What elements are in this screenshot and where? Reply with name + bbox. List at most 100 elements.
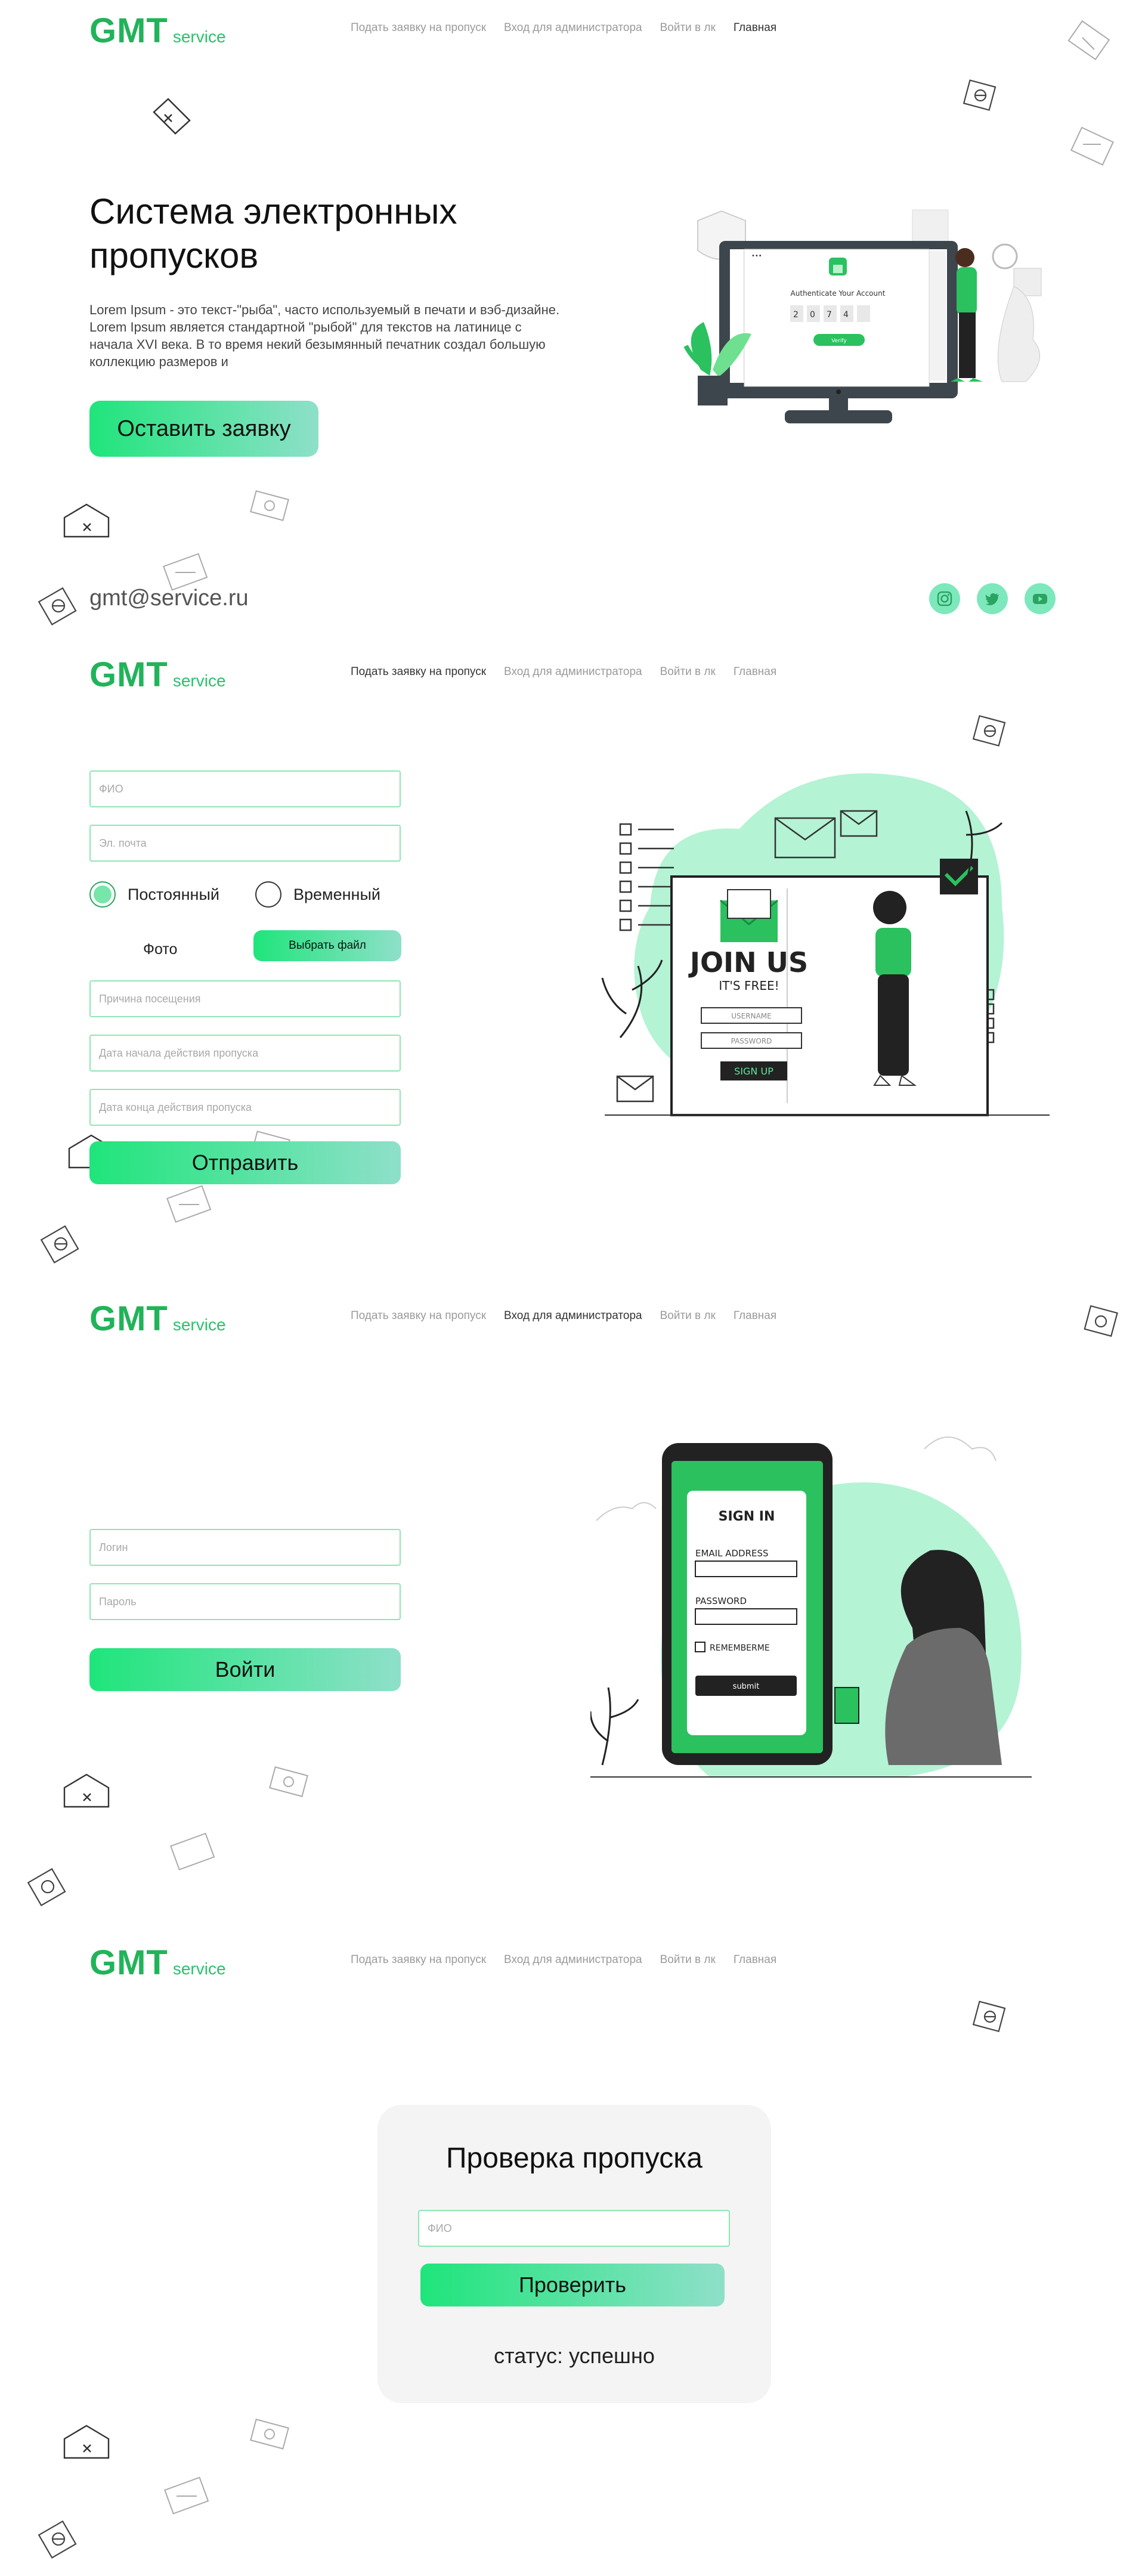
contact-email[interactable]: gmt@service.ru	[89, 586, 249, 611]
svg-text:submit: submit	[733, 1682, 760, 1691]
sign-in-illustration: SIGN IN EMAIL ADDRESS PASSWORD REMEMBERM…	[590, 1436, 1032, 1778]
main-nav: Подать заявку на пропуск Вход для админи…	[351, 21, 776, 35]
passport-doodle-icon	[972, 2001, 1006, 2032]
nav-account-login[interactable]: Войти в лк	[660, 21, 716, 35]
pass-end-date-input[interactable]	[89, 1089, 401, 1126]
join-illustration: JOIN US IT'S FREE! USERNAME PASSWORD SIG…	[601, 773, 1050, 1116]
pass-check-title: Проверка пропуска	[446, 2142, 703, 2174]
passport-doodle-icon	[38, 2520, 77, 2559]
nav-apply-pass[interactable]: Подать заявку на пропуск	[351, 665, 486, 679]
password-input[interactable]	[89, 1583, 401, 1620]
nav-admin-login[interactable]: Вход для администратора	[504, 665, 642, 679]
nav-account-login[interactable]: Войти в лк	[660, 665, 716, 679]
check-fio-input[interactable]	[418, 2210, 730, 2247]
svg-text:SIGN UP: SIGN UP	[734, 1066, 773, 1077]
svg-text:4: 4	[843, 310, 849, 320]
logo-sub: service	[172, 1315, 226, 1334]
svg-text:Authenticate Your Account: Authenticate Your Account	[791, 289, 886, 298]
nav-apply-pass[interactable]: Подать заявку на пропуск	[351, 1309, 486, 1323]
radio-temporary-label: Временный	[293, 885, 380, 903]
cash-doodle-icon	[269, 1766, 308, 1797]
nav-admin-login[interactable]: Вход для администратора	[504, 1309, 642, 1323]
svg-text:PASSWORD: PASSWORD	[695, 1596, 747, 1606]
nav-apply-pass[interactable]: Подать заявку на пропуск	[351, 21, 486, 35]
radio-permanent[interactable]: Постоянный	[89, 881, 219, 908]
visit-reason-input[interactable]	[89, 980, 401, 1017]
nav-home[interactable]: Главная	[734, 665, 776, 679]
nav-account-login[interactable]: Войти в лк	[660, 1953, 716, 1967]
main-nav: Подать заявку на пропуск Вход для админи…	[351, 665, 776, 679]
pass-check-card: Проверка пропуска Проверить статус: успе…	[377, 2105, 771, 2403]
wallet-doodle-icon	[63, 503, 110, 538]
nav-admin-login[interactable]: Вход для администратора	[504, 1953, 642, 1967]
instagram-icon[interactable]	[929, 583, 960, 614]
nav-home[interactable]: Главная	[734, 21, 776, 35]
svg-text:JOIN US: JOIN US	[688, 946, 808, 979]
nav-admin-login[interactable]: Вход для администратора	[504, 21, 642, 35]
radio-permanent-indicator[interactable]	[89, 881, 116, 908]
svg-text:EMAIL ADDRESS: EMAIL ADDRESS	[695, 1548, 769, 1559]
svg-text:0: 0	[810, 310, 815, 320]
photo-label: Фото	[143, 941, 178, 958]
check-button[interactable]: Проверить	[420, 2264, 725, 2306]
logo-main: GMT	[89, 655, 168, 694]
nav-account-login[interactable]: Войти в лк	[660, 1309, 716, 1323]
wallet-doodle-icon	[63, 1773, 110, 1808]
logo-sub: service	[172, 27, 226, 46]
radio-temporary[interactable]: Временный	[255, 881, 380, 908]
logo[interactable]: GMT service	[89, 11, 226, 51]
hero-section: GMT service Подать заявку на пропуск Вхо…	[0, 0, 1145, 644]
passport-doodle-icon	[963, 79, 997, 111]
passport-doodle-icon	[1084, 1305, 1118, 1337]
cash-doodle-icon	[250, 490, 289, 521]
svg-text:IT'S FREE!: IT'S FREE!	[719, 979, 779, 993]
svg-text:•••: •••	[751, 253, 762, 259]
svg-text:Verify: Verify	[831, 338, 847, 344]
send-button[interactable]: Отправить	[89, 1141, 401, 1184]
cash-doodle-icon	[250, 2419, 289, 2450]
passport-doodle-icon	[972, 715, 1006, 747]
passport-doodle-icon	[38, 587, 77, 626]
logo[interactable]: GMT service	[89, 655, 226, 695]
application-section: GMT service Подать заявку на пропуск Вхо…	[0, 644, 1145, 1288]
login-button[interactable]: Войти	[89, 1648, 401, 1691]
choose-file-button[interactable]: Выбрать файл	[253, 930, 401, 961]
svg-text:REMEMBERME: REMEMBERME	[710, 1643, 770, 1653]
logo-main: GMT	[89, 11, 168, 50]
ticket-doodle-icon	[166, 1185, 212, 1223]
pass-start-date-input[interactable]	[89, 1035, 401, 1072]
email-input[interactable]	[89, 825, 401, 862]
leave-request-button[interactable]: Оставить заявку	[89, 401, 318, 457]
youtube-icon[interactable]	[1025, 583, 1056, 614]
nav-apply-pass[interactable]: Подать заявку на пропуск	[351, 1953, 486, 1967]
hero-illustration: ••• Authenticate Your Account 2 0 7 4 Ve…	[683, 209, 1042, 423]
logo[interactable]: GMT service	[89, 1299, 226, 1339]
passport-doodle-icon	[40, 1225, 79, 1264]
radio-temporary-indicator[interactable]	[255, 881, 281, 908]
logo-sub: service	[172, 671, 226, 690]
passport-doodle-icon	[27, 1868, 66, 1906]
main-nav: Подать заявку на пропуск Вход для админи…	[351, 1953, 776, 1967]
radio-permanent-label: Постоянный	[128, 885, 219, 903]
hero-title: Система электронных пропусков	[89, 191, 457, 275]
admin-login-section: GMT service Подать заявку на пропуск Вхо…	[0, 1288, 1145, 1932]
main-nav: Подать заявку на пропуск Вход для админи…	[351, 1309, 776, 1323]
logo-sub: service	[172, 1959, 226, 1978]
ticket-doodle-icon	[170, 1832, 215, 1871]
check-status-text: статус: успешно	[494, 2343, 655, 2368]
svg-text:7: 7	[827, 310, 832, 320]
svg-text:SIGN IN: SIGN IN	[719, 1509, 775, 1524]
wallet-doodle-icon	[63, 2425, 110, 2459]
svg-text:PASSWORD: PASSWORD	[731, 1037, 772, 1045]
nav-home[interactable]: Главная	[734, 1953, 776, 1967]
logo[interactable]: GMT service	[89, 1943, 226, 1983]
ticket-doodle-icon	[1070, 126, 1114, 166]
login-input[interactable]	[89, 1529, 401, 1566]
nav-home[interactable]: Главная	[734, 1309, 776, 1323]
logo-main: GMT	[89, 1299, 168, 1338]
svg-text:2: 2	[793, 310, 799, 320]
ticket-doodle-icon	[164, 2476, 209, 2515]
twitter-icon[interactable]	[977, 583, 1008, 614]
fio-input[interactable]	[89, 770, 401, 807]
svg-text:USERNAME: USERNAME	[731, 1012, 771, 1020]
